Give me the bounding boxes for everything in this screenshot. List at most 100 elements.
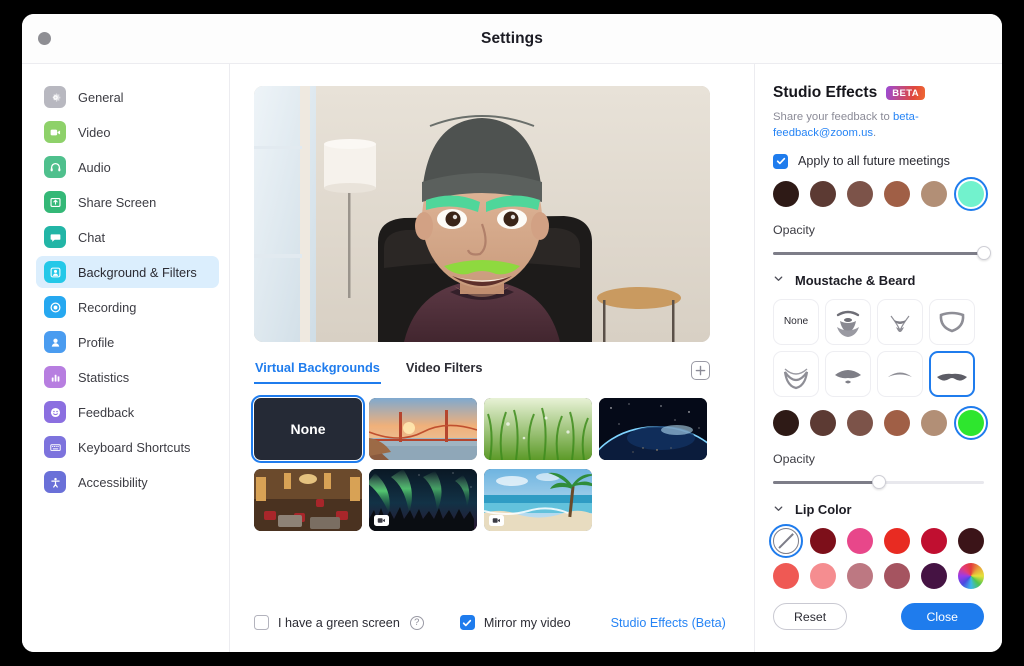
moustache-color-swatches [773,410,984,436]
person-frame-icon [44,261,66,283]
moustache-opacity-slider[interactable] [773,475,984,484]
slider-knob[interactable] [872,475,886,489]
apply-all-row: Apply to all future meetings [773,154,984,169]
lip-color-swatches-row-1 [773,528,984,554]
moustache-color-swatch-1[interactable] [810,410,836,436]
eyebrow-opacity-label: Opacity [773,223,984,237]
eyebrow-color-swatch-3[interactable] [884,181,910,207]
slider-knob[interactable] [977,246,991,260]
video-preview [254,86,710,342]
moustache-color-swatch-4[interactable] [921,410,947,436]
beta-badge: BETA [886,86,925,100]
sidebar-item-background-filters[interactable]: Background & Filters [36,256,219,288]
sidebar-item-label: Statistics [78,370,129,385]
sidebar-item-label: Audio [78,160,111,175]
studio-effects-footer: Reset Close [773,589,984,652]
sidebar-item-accessibility[interactable]: Accessibility [36,466,219,498]
sidebar-item-statistics[interactable]: Statistics [36,361,219,393]
moustache-color-swatch-2[interactable] [847,410,873,436]
sidebar-item-general[interactable]: General [36,81,219,113]
moustache-section-header[interactable]: Moustache & Beard [773,273,984,288]
eyebrow-opacity-slider[interactable] [773,246,984,255]
reset-button[interactable]: Reset [773,603,847,630]
question-icon[interactable]: ? [410,616,424,630]
moustache-color-swatch-0[interactable] [773,410,799,436]
moustache-style-stache-thin[interactable] [877,351,923,397]
moustache-style-goatee[interactable] [877,299,923,345]
sidebar-item-video[interactable]: Video [36,116,219,148]
moustache-opacity-label: Opacity [773,452,984,466]
sidebar-item-chat[interactable]: Chat [36,221,219,253]
sidebar-item-keyboard-shortcuts[interactable]: Keyboard Shortcuts [36,431,219,463]
moustache-color-swatch-3[interactable] [884,410,910,436]
moustache-style-stache-soul[interactable] [825,351,871,397]
bar-chart-icon [44,366,66,388]
sidebar-item-label: General [78,90,124,105]
feedback-prefix: Share your feedback to [773,111,893,123]
chat-icon [44,226,66,248]
eyebrow-color-swatches [773,181,984,207]
close-button[interactable]: Close [901,603,984,630]
lip-color-swatch-5[interactable] [958,528,984,554]
moustache-style-full-beard[interactable] [825,299,871,345]
lip-color-swatch-3[interactable] [884,528,910,554]
share-screen-icon [44,191,66,213]
lip-color-swatch-9[interactable] [884,563,910,589]
eyebrow-color-swatch-4[interactable] [921,181,947,207]
tab-video-filters[interactable]: Video Filters [405,356,484,384]
background-thumbnail-none[interactable]: None [254,398,362,460]
apply-all-checkbox[interactable] [773,154,788,169]
background-thumbnail-bridge[interactable] [369,398,477,460]
background-filters-panel: Virtual Backgrounds Video Filters None I… [230,64,754,652]
apply-all-label: Apply to all future meetings [798,154,950,168]
moustache-style-chin-curtain[interactable] [773,351,819,397]
lip-color-swatch-1[interactable] [810,528,836,554]
lip-color-swatch-4[interactable] [921,528,947,554]
lip-color-swatch-11[interactable] [958,563,984,589]
lip-color-swatch-10[interactable] [921,563,947,589]
record-icon [44,296,66,318]
lip-color-swatch-0[interactable] [773,528,799,554]
background-thumbnail-lobby[interactable] [254,469,362,531]
title-bar: Settings [22,14,1002,64]
headphones-icon [44,156,66,178]
lip-color-swatch-2[interactable] [847,528,873,554]
lip-color-swatches-row-2 [773,563,984,589]
slider-fill [773,481,879,484]
sidebar-item-feedback[interactable]: Feedback [36,396,219,428]
sidebar-item-profile[interactable]: Profile [36,326,219,358]
studio-effects-link[interactable]: Studio Effects (Beta) [611,616,726,630]
eyebrow-color-swatch-0[interactable] [773,181,799,207]
lip-color-swatch-8[interactable] [847,563,873,589]
tab-virtual-backgrounds[interactable]: Virtual Backgrounds [254,356,381,384]
sidebar-item-recording[interactable]: Recording [36,291,219,323]
moustache-style-chinstrap[interactable] [929,299,975,345]
eyebrow-color-swatch-1[interactable] [810,181,836,207]
background-thumbnail-aurora[interactable] [369,469,477,531]
background-thumbnail-label: None [291,421,326,437]
mirror-video-checkbox[interactable] [460,615,475,630]
background-thumbnail-grass[interactable] [484,398,592,460]
moustache-style-stache-handlebar[interactable] [929,351,975,397]
mirror-video-label: Mirror my video [484,616,571,630]
moustache-style-label: None [784,316,808,327]
lip-color-section-header[interactable]: Lip Color [773,502,984,517]
background-thumbnail-beach[interactable] [484,469,592,531]
moustache-style-none[interactable]: None [773,299,819,345]
eyebrow-color-swatch-2[interactable] [847,181,873,207]
sidebar-item-share-screen[interactable]: Share Screen [36,186,219,218]
green-screen-checkbox[interactable] [254,615,269,630]
page-title: Settings [22,30,1002,48]
smiley-icon [44,401,66,423]
sidebar-item-audio[interactable]: Audio [36,151,219,183]
settings-window: Settings General Video Audio Share ScreenCh… [22,14,1002,652]
sidebar-item-label: Recording [78,300,136,315]
lip-color-swatch-6[interactable] [773,563,799,589]
lip-color-swatch-7[interactable] [810,563,836,589]
moustache-section-title: Moustache & Beard [795,273,915,288]
eyebrow-color-swatch-5[interactable] [958,181,984,207]
studio-effects-panel: Studio Effects BETA Share your feedback … [754,64,1002,652]
background-thumbnail-space[interactable] [599,398,707,460]
moustache-color-swatch-5[interactable] [958,410,984,436]
add-background-button[interactable] [691,361,710,380]
